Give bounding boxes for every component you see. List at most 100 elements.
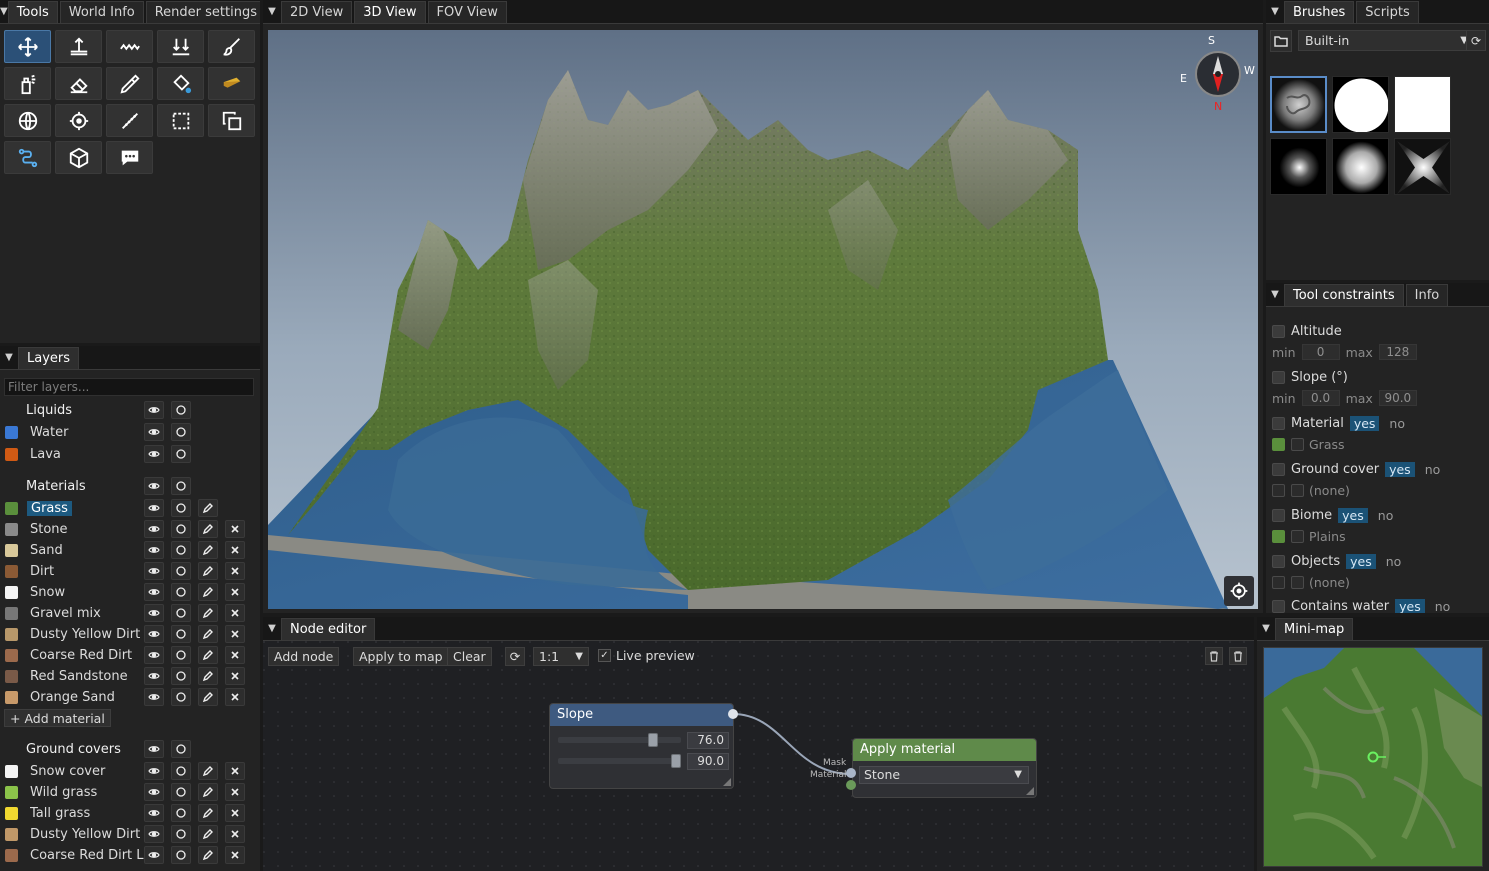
visibility-eye-icon[interactable] [144, 740, 164, 758]
tab-world-info[interactable]: World Info [59, 1, 144, 23]
layer-item[interactable]: Dusty Yellow Dirt La [0, 824, 258, 845]
biome-value-checkbox[interactable] [1291, 529, 1304, 543]
edit-pencil-icon[interactable] [198, 646, 218, 664]
brush-soft-large[interactable] [1332, 138, 1389, 195]
material-input-port[interactable] [846, 780, 856, 790]
solo-circle-icon[interactable] [171, 477, 191, 495]
layer-item[interactable]: Grass [0, 498, 258, 519]
collapse-icon[interactable]: ▼ [1266, 0, 1284, 23]
slope-value-1[interactable]: 76.0 [687, 732, 729, 749]
layer-item[interactable]: Snow cover [0, 761, 258, 782]
slope-slider-2-knob[interactable] [671, 754, 681, 768]
brush-noise[interactable] [1270, 76, 1327, 133]
comment-tool-button[interactable] [106, 141, 153, 174]
solo-circle-icon[interactable] [171, 762, 191, 780]
edit-pencil-icon[interactable] [198, 499, 218, 517]
ground-cover-yes-toggle[interactable]: yes [1385, 461, 1415, 477]
edit-pencil-icon[interactable] [198, 541, 218, 559]
visibility-eye-icon[interactable] [144, 604, 164, 622]
brush-soft-small[interactable] [1270, 138, 1327, 195]
collapse-icon[interactable]: ▼ [1266, 283, 1284, 306]
tab-brushes[interactable]: Brushes [1284, 1, 1355, 23]
slope-node[interactable]: Slope 76.0 90.0 [549, 703, 734, 789]
layer-item[interactable]: Wild grass [0, 782, 258, 803]
objects-no-toggle[interactable]: no [1386, 554, 1402, 569]
slope-min-input[interactable]: 0.0 [1301, 390, 1340, 406]
visibility-eye-icon[interactable] [144, 762, 164, 780]
delete-x-icon[interactable] [225, 646, 245, 664]
visibility-eye-icon[interactable] [144, 667, 164, 685]
visibility-eye-icon[interactable] [144, 804, 164, 822]
solo-circle-icon[interactable] [171, 846, 191, 864]
altitude-checkbox[interactable] [1272, 324, 1285, 338]
solo-circle-icon[interactable] [171, 401, 191, 419]
edit-pencil-icon[interactable] [198, 783, 218, 801]
edit-pencil-icon[interactable] [198, 688, 218, 706]
layer-item[interactable]: Lava [0, 444, 258, 465]
solo-circle-icon[interactable] [171, 520, 191, 538]
delete-x-icon[interactable] [225, 762, 245, 780]
biome-yes-toggle[interactable]: yes [1338, 507, 1368, 523]
paint-tool-button[interactable] [208, 30, 255, 63]
tab-3d-view[interactable]: 3D View [354, 1, 426, 23]
solo-circle-icon[interactable] [171, 688, 191, 706]
ruler-tool-button[interactable] [106, 104, 153, 137]
ground-cover-checkbox[interactable] [1272, 462, 1285, 476]
eyedropper-tool-button[interactable] [106, 67, 153, 100]
delete-x-icon[interactable] [225, 541, 245, 559]
lower-tool-button[interactable] [157, 30, 204, 63]
copy-tool-button[interactable] [208, 104, 255, 137]
visibility-eye-icon[interactable] [144, 783, 164, 801]
globe-tool-button[interactable] [4, 104, 51, 137]
solo-circle-icon[interactable] [171, 646, 191, 664]
edit-pencil-icon[interactable] [198, 825, 218, 843]
sponge-tool-button[interactable] [208, 67, 255, 100]
slope-slider-1-knob[interactable] [648, 733, 659, 747]
altitude-max-input[interactable]: 128 [1378, 344, 1417, 360]
ground-cover-no-toggle[interactable]: no [1425, 462, 1441, 477]
tab-2d-view[interactable]: 2D View [281, 1, 353, 23]
brush-star[interactable] [1394, 138, 1451, 195]
solo-circle-icon[interactable] [171, 445, 191, 463]
layer-item[interactable]: Gravel mix [0, 603, 258, 624]
mask-input-port[interactable] [846, 768, 856, 778]
select-rect-tool-button[interactable] [157, 104, 204, 137]
biome-checkbox[interactable] [1272, 508, 1285, 522]
filter-layers-input[interactable]: Filter layers... [4, 378, 254, 396]
solo-circle-icon[interactable] [171, 499, 191, 517]
slope-slider-2[interactable] [558, 758, 681, 764]
biome-no-toggle[interactable]: no [1378, 508, 1394, 523]
minimap-view[interactable] [1263, 647, 1483, 867]
brush-square[interactable] [1394, 76, 1451, 133]
edit-pencil-icon[interactable] [198, 604, 218, 622]
tab-render-settings[interactable]: Render settings [145, 1, 260, 23]
material-dropdown[interactable]: Stone ▼ [859, 766, 1029, 784]
tab-tools[interactable]: Tools [7, 1, 58, 23]
slope-max-input[interactable]: 90.0 [1378, 390, 1417, 406]
visibility-eye-icon[interactable] [144, 445, 164, 463]
visibility-eye-icon[interactable] [144, 846, 164, 864]
collapse-icon[interactable]: ▼ [0, 0, 8, 23]
layer-item[interactable]: Stone [0, 519, 258, 540]
contains-water-no-toggle[interactable]: no [1435, 599, 1451, 614]
slope-value-2[interactable]: 90.0 [687, 753, 729, 770]
layer-item[interactable]: Water [0, 422, 258, 443]
delete-x-icon[interactable] [225, 846, 245, 864]
resize-handle[interactable] [723, 778, 731, 786]
tab-tool-constraints[interactable]: Tool constraints [1284, 284, 1404, 306]
path-tool-button[interactable] [4, 141, 51, 174]
material-yes-toggle[interactable]: yes [1349, 415, 1380, 431]
add-material-button[interactable]: + Add material [4, 709, 111, 727]
solo-circle-icon[interactable] [171, 423, 191, 441]
solo-circle-icon[interactable] [171, 583, 191, 601]
tab-minimap[interactable]: Mini-map [1275, 618, 1354, 640]
delete-x-icon[interactable] [225, 604, 245, 622]
tab-scripts[interactable]: Scripts [1356, 1, 1419, 23]
solo-circle-icon[interactable] [171, 562, 191, 580]
tab-layers[interactable]: Layers [18, 347, 80, 369]
edit-pencil-icon[interactable] [198, 846, 218, 864]
collapse-icon[interactable]: ▼ [0, 346, 18, 369]
tab-fov-view[interactable]: FOV View [427, 1, 507, 23]
slope-checkbox[interactable] [1272, 370, 1285, 384]
material-no-toggle[interactable]: no [1389, 416, 1405, 431]
